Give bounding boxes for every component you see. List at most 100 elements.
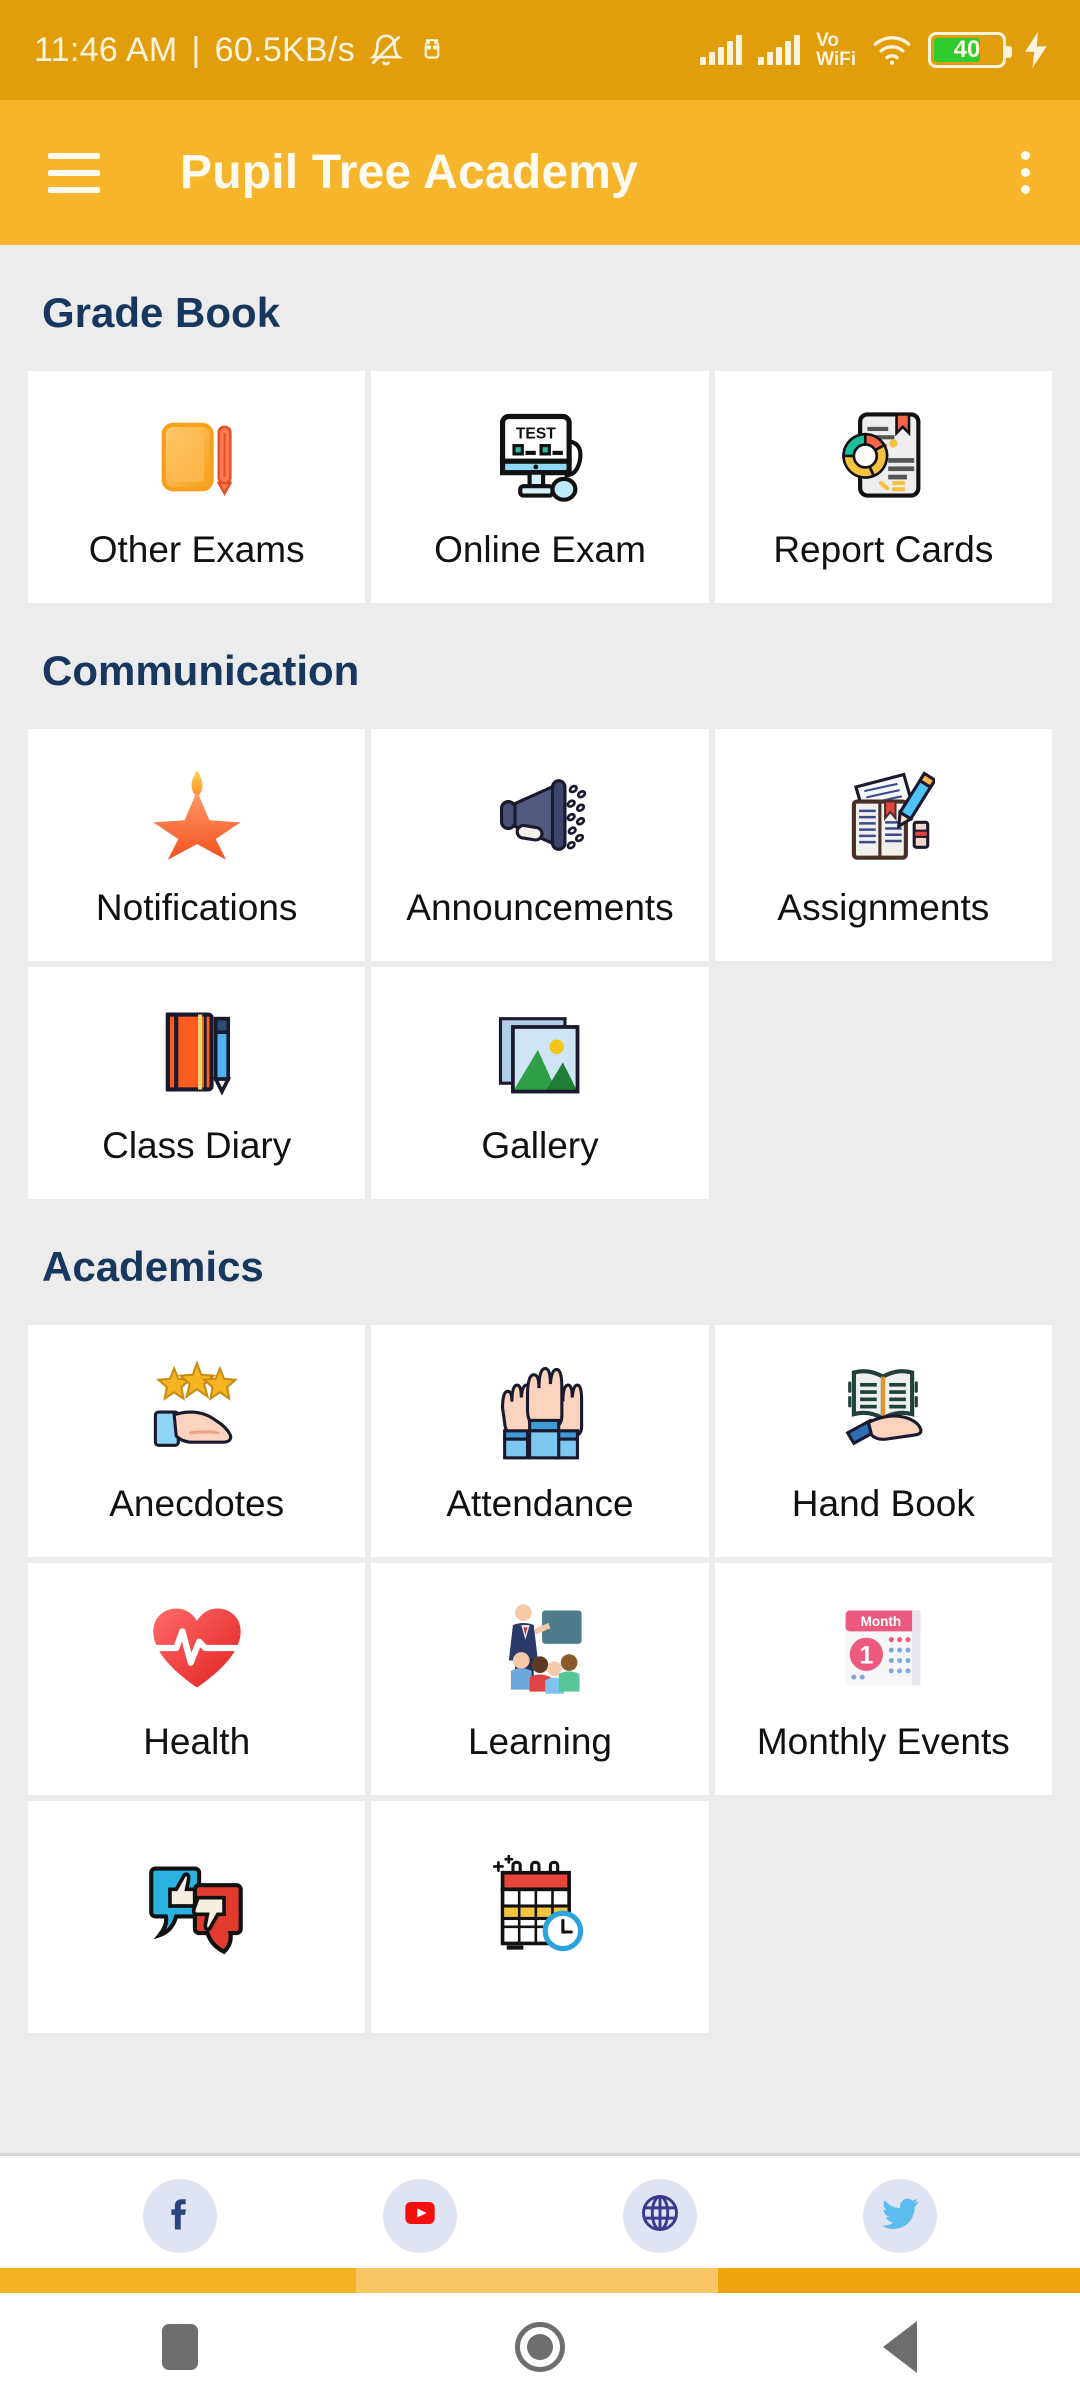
tile-class-diary[interactable]: Class Diary bbox=[28, 967, 366, 1199]
tile-report-cards[interactable]: Report Cards bbox=[714, 371, 1052, 603]
svg-text:Month: Month bbox=[861, 1614, 902, 1629]
tile-label: Monthly Events bbox=[756, 1720, 1010, 1762]
svg-text:1: 1 bbox=[860, 1641, 874, 1669]
grid-grade-book: Other Exams TEST Online Exam Report Card… bbox=[0, 371, 1080, 603]
teacher-class-icon bbox=[488, 1596, 592, 1700]
signal-strength-icon-1 bbox=[700, 35, 743, 65]
twitter-icon bbox=[878, 2191, 922, 2240]
grid-academics: Anecdotes Attendance Hand Book Health Le… bbox=[0, 1325, 1080, 2033]
section-grade-book: Grade Book Other Exams TEST Online Exam … bbox=[0, 245, 1080, 603]
calendar-month-icon: Month 1 bbox=[831, 1596, 935, 1700]
timetable-clock-icon bbox=[488, 1854, 592, 1958]
tile-label: Notifications bbox=[95, 886, 298, 928]
section-communication: Communication Notifications Announcement… bbox=[0, 603, 1080, 1199]
status-separator: | bbox=[191, 30, 201, 69]
website-link[interactable] bbox=[623, 2178, 697, 2253]
hamburger-menu-icon[interactable] bbox=[48, 152, 100, 193]
tile-label: Online Exam bbox=[434, 528, 646, 570]
battery-percent: 40 bbox=[953, 36, 981, 63]
charging-bolt-icon bbox=[1022, 32, 1050, 68]
wifi-icon bbox=[872, 33, 912, 67]
section-title-academics: Academics bbox=[42, 1243, 264, 1290]
accent-segment-middle bbox=[356, 2268, 719, 2293]
tile-other-exams[interactable]: Other Exams bbox=[28, 371, 366, 603]
tile-label: Announcements bbox=[406, 886, 674, 928]
tile-label: Health bbox=[143, 1720, 251, 1762]
tile-online-exam[interactable]: TEST Online Exam bbox=[371, 371, 709, 603]
notebook-pencil-icon bbox=[145, 404, 249, 508]
youtube-icon bbox=[398, 2191, 442, 2240]
page-title: Pupil Tree Academy bbox=[180, 146, 639, 199]
tile-time-table[interactable] bbox=[371, 1801, 709, 2033]
tile-label: Report Cards bbox=[773, 528, 994, 570]
status-bar-right: Vo WiFi 40 bbox=[700, 31, 1050, 69]
tile-label: Hand Book bbox=[791, 1482, 975, 1524]
report-chart-icon bbox=[831, 404, 935, 508]
navigation-accent-strip bbox=[0, 2268, 1080, 2293]
megaphone-icon bbox=[488, 762, 592, 866]
section-title-communication: Communication bbox=[42, 647, 360, 694]
recents-square-icon bbox=[162, 2323, 199, 2370]
tile-feedback[interactable] bbox=[28, 1801, 366, 2033]
facebook-link[interactable] bbox=[143, 2178, 217, 2253]
tile-attendance[interactable]: Attendance bbox=[371, 1325, 709, 1557]
tile-health[interactable]: Health bbox=[28, 1563, 366, 1795]
tile-notifications[interactable]: Notifications bbox=[28, 729, 366, 961]
home-circle-icon bbox=[514, 2321, 565, 2372]
back-triangle-icon bbox=[882, 2320, 917, 2373]
test-monitor-icon: TEST bbox=[488, 404, 592, 508]
more-vertical-icon[interactable] bbox=[1011, 141, 1040, 204]
heart-pulse-icon bbox=[145, 1596, 249, 1700]
battery-icon: 40 bbox=[928, 32, 1012, 68]
tile-hand-book[interactable]: Hand Book bbox=[714, 1325, 1052, 1557]
home-button[interactable] bbox=[360, 2293, 720, 2400]
tile-label: Attendance bbox=[446, 1482, 634, 1524]
youtube-link[interactable] bbox=[383, 2178, 457, 2253]
papers-pencil-icon bbox=[831, 762, 936, 866]
accent-segment-left bbox=[0, 2268, 357, 2293]
tile-monthly-events[interactable]: Month 1 Monthly Events bbox=[714, 1563, 1052, 1795]
tile-learning[interactable]: Learning bbox=[371, 1563, 709, 1795]
star-flame-icon bbox=[145, 762, 249, 866]
vowifi-vo-label: Vo bbox=[816, 30, 839, 51]
raised-hands-icon bbox=[488, 1358, 592, 1462]
globe-icon bbox=[638, 2191, 682, 2240]
android-debug-icon bbox=[417, 35, 447, 65]
tile-gallery[interactable]: Gallery bbox=[371, 967, 709, 1199]
hand-stars-icon bbox=[145, 1358, 249, 1462]
status-bar: 11:46 AM | 60.5KB/s Vo WiFi 40 bbox=[0, 0, 1080, 100]
signal-strength-icon-2 bbox=[758, 35, 801, 65]
android-navigation-bar bbox=[0, 2293, 1080, 2400]
tile-empty-academics bbox=[715, 1801, 1052, 2033]
twitter-link[interactable] bbox=[863, 2178, 937, 2253]
tile-announcements[interactable]: Announcements bbox=[371, 729, 709, 961]
tile-anecdotes[interactable]: Anecdotes bbox=[28, 1325, 366, 1557]
facebook-icon bbox=[158, 2191, 202, 2240]
tile-label: Other Exams bbox=[88, 528, 305, 570]
back-button[interactable] bbox=[720, 2293, 1080, 2400]
vowifi-icon: Vo WiFi bbox=[816, 31, 856, 69]
app-bar: Pupil Tree Academy bbox=[0, 100, 1080, 245]
feedback-bubbles-icon bbox=[145, 1854, 249, 1958]
bell-muted-icon bbox=[369, 33, 404, 67]
accent-segment-right bbox=[718, 2268, 1080, 2293]
vowifi-wifi-label: WiFi bbox=[816, 49, 856, 70]
social-links-bar bbox=[0, 2153, 1080, 2275]
tile-label: Anecdotes bbox=[109, 1482, 285, 1524]
dashboard-scroll-area[interactable]: Grade Book Other Exams TEST Online Exam … bbox=[0, 245, 1080, 2195]
recents-button[interactable] bbox=[0, 2293, 360, 2400]
tile-label: Assignments bbox=[777, 886, 990, 928]
tile-label: Gallery bbox=[481, 1124, 599, 1166]
tile-label: Learning bbox=[467, 1720, 612, 1762]
section-academics: Academics Anecdotes Attendance Hand Book… bbox=[0, 1199, 1080, 2033]
status-bar-left: 11:46 AM | 60.5KB/s bbox=[34, 31, 447, 70]
tile-empty-communication bbox=[715, 967, 1052, 1199]
tile-label: Class Diary bbox=[102, 1124, 292, 1166]
status-time: 11:46 AM bbox=[34, 30, 178, 69]
svg-text:TEST: TEST bbox=[516, 425, 556, 442]
grid-communication: Notifications Announcements Assignments … bbox=[0, 729, 1080, 1199]
diary-book-pen-icon bbox=[145, 1000, 249, 1104]
status-network-speed: 60.5KB/s bbox=[214, 30, 356, 69]
tile-assignments[interactable]: Assignments bbox=[714, 729, 1052, 961]
photo-stack-icon bbox=[488, 1000, 592, 1104]
